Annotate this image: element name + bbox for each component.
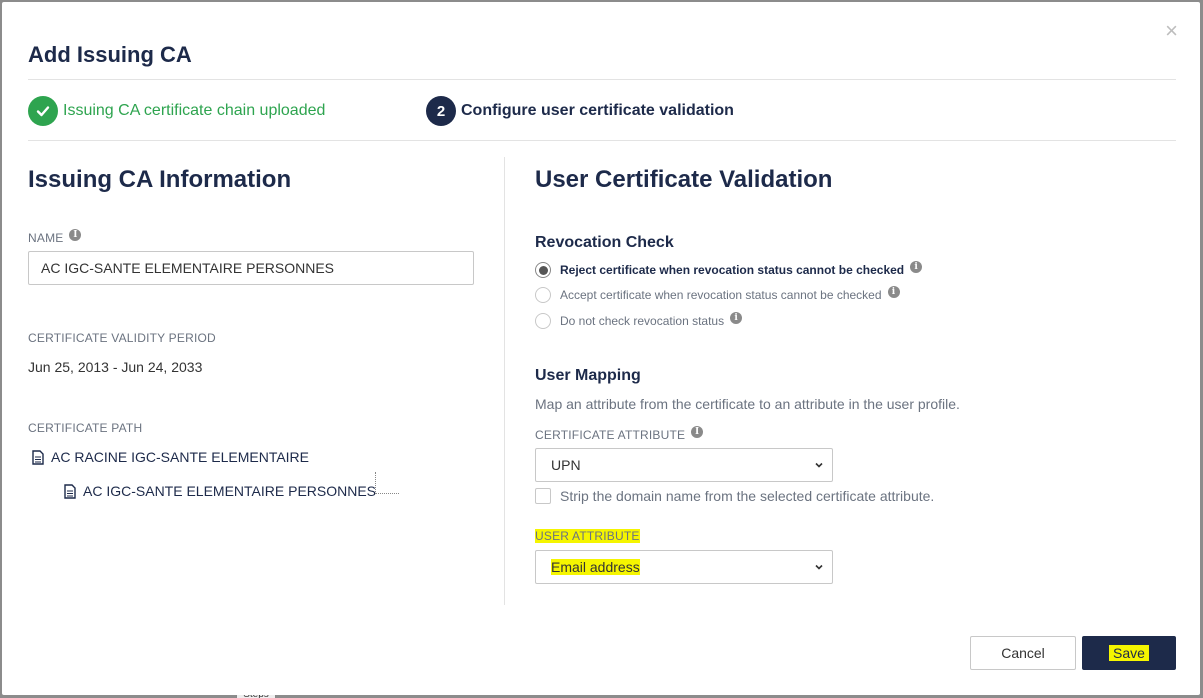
info-icon[interactable]: i <box>910 261 923 273</box>
validation-heading: User Certificate Validation <box>535 166 833 193</box>
name-input[interactable]: AC IGC-SANTE ELEMENTAIRE PERSONNES <box>28 251 474 285</box>
user-mapping-heading: User Mapping <box>535 367 641 384</box>
radio-accept[interactable]: Accept certificate when revocation statu… <box>535 286 900 303</box>
step-label: Configure user certificate validation <box>461 102 734 119</box>
path-root: AC RACINE IGC-SANTE ELEMENTAIRE <box>32 449 309 465</box>
dialog-title: Add Issuing CA <box>28 42 192 67</box>
info-icon[interactable]: i <box>691 426 704 438</box>
steps-divider <box>28 140 1176 141</box>
step-current: 2 Configure user certificate validation <box>426 96 734 126</box>
step-label: Issuing CA certificate chain uploaded <box>63 102 326 119</box>
strip-domain-checkbox[interactable] <box>535 488 551 504</box>
radio-button[interactable] <box>535 313 551 329</box>
user-mapping-description: Map an attribute from the certificate to… <box>535 396 960 412</box>
validity-label: CERTIFICATE VALIDITY PERIOD <box>28 331 216 345</box>
step-number: 2 <box>426 96 456 126</box>
add-issuing-ca-dialog: × Add Issuing CA Issuing CA certificate … <box>2 2 1200 695</box>
certificate-attribute-select[interactable]: UPN <box>535 448 833 482</box>
radio-no-check[interactable]: Do not check revocation status i <box>535 312 743 329</box>
checkmark-icon <box>28 96 58 126</box>
step-completed: Issuing CA certificate chain uploaded <box>28 96 325 126</box>
title-divider <box>28 79 1176 80</box>
tree-connector <box>375 472 376 494</box>
info-icon[interactable]: i <box>730 312 743 324</box>
validity-value: Jun 25, 2013 - Jun 24, 2033 <box>28 359 203 375</box>
path-child: AC IGC-SANTE ELEMENTAIRE PERSONNES <box>64 483 376 499</box>
issuing-ca-heading: Issuing CA Information <box>28 166 292 193</box>
document-icon <box>32 449 44 465</box>
tree-connector <box>375 493 399 494</box>
revocation-heading: Revocation Check <box>535 234 674 251</box>
user-attribute-select[interactable]: Email address <box>535 550 833 584</box>
chevron-down-icon <box>815 564 823 570</box>
close-icon[interactable]: × <box>1165 20 1178 42</box>
cancel-button[interactable]: Cancel <box>970 636 1076 670</box>
chevron-down-icon <box>815 462 823 468</box>
strip-domain-option[interactable]: Strip the domain name from the selected … <box>535 488 934 504</box>
radio-button[interactable] <box>535 262 551 278</box>
path-label: CERTIFICATE PATH <box>28 421 143 435</box>
name-label: NAME i <box>28 229 82 245</box>
document-icon <box>64 483 76 499</box>
info-icon[interactable]: i <box>69 229 82 241</box>
column-divider <box>504 157 505 605</box>
certificate-attribute-label: CERTIFICATE ATTRIBUTE i <box>535 426 704 442</box>
info-icon[interactable]: i <box>887 286 900 298</box>
save-button[interactable]: Save <box>1082 636 1176 670</box>
radio-reject[interactable]: Reject certificate when revocation statu… <box>535 261 923 278</box>
radio-button[interactable] <box>535 287 551 303</box>
user-attribute-label: USER ATTRIBUTE <box>535 529 640 543</box>
